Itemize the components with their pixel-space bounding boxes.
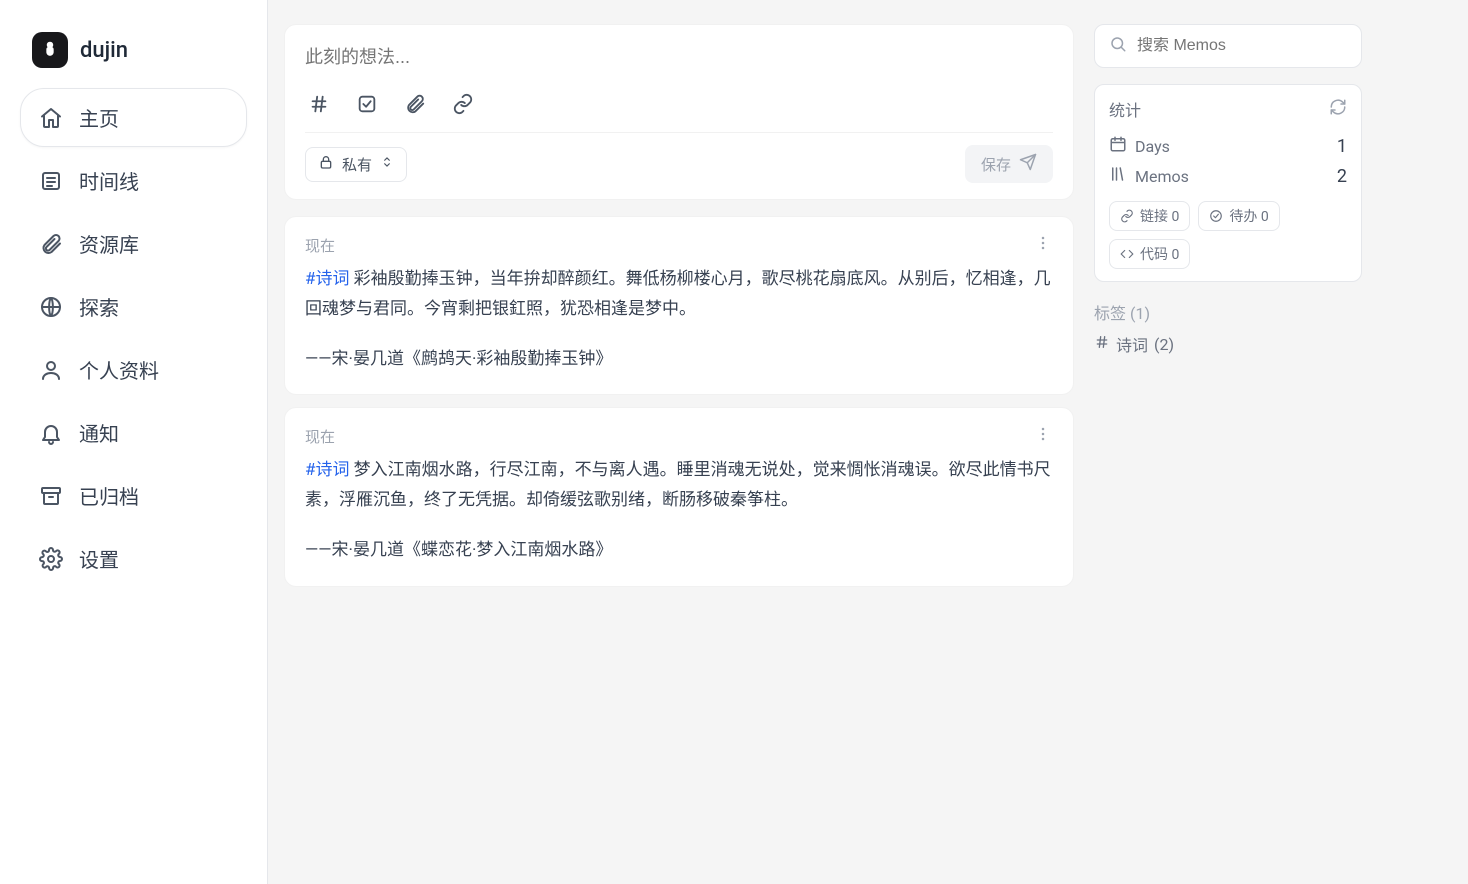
app-logo: [32, 32, 68, 68]
nav-label: 已归档: [79, 481, 139, 510]
stats-memos-label: Memos: [1135, 167, 1189, 186]
stats-days-value: 1: [1337, 136, 1347, 157]
todos-chip[interactable]: 待办 0: [1198, 201, 1279, 231]
main: 私有 保存 现在: [268, 0, 1468, 884]
nav-label: 通知: [79, 418, 119, 447]
stats-days-row: Days 1: [1109, 131, 1347, 161]
memo-timestamp: 现在: [305, 426, 335, 447]
chevron-updown-icon: [380, 155, 394, 173]
sidebar: dujin 主页 时间线 资源库 探索: [0, 0, 268, 884]
memo-more-button[interactable]: [1033, 233, 1053, 257]
nav-resources[interactable]: 资源库: [20, 214, 247, 273]
memo-source: ——宋·晏几道《蝶恋花·梦入江南烟水路》: [305, 536, 1053, 566]
stats-days-label: Days: [1135, 137, 1170, 156]
memo-content: #诗词 梦入江南烟水路，行尽江南，不与离人遇。睡里消魂无说处，觉来惆怅消魂误。欲…: [305, 456, 1053, 565]
nav-explore[interactable]: 探索: [20, 277, 247, 336]
visibility-selector[interactable]: 私有: [305, 147, 407, 182]
memo-timestamp: 现在: [305, 235, 335, 256]
nav-profile[interactable]: 个人资料: [20, 340, 247, 399]
brand-name: dujin: [80, 38, 128, 63]
memo-text: 梦入江南烟水路，行尽江南，不与离人遇。睡里消魂无说处，觉来惆怅消魂误。欲尽此情书…: [305, 460, 1051, 510]
archive-icon: [39, 484, 63, 508]
memo-card: 现在 #诗词 梦入江南烟水路，行尽江南，不与离人遇。睡里消魂无说处，觉来惆怅消魂…: [284, 407, 1074, 586]
stats-memos-value: 2: [1337, 166, 1347, 187]
brand[interactable]: dujin: [20, 24, 247, 88]
memo-card: 现在 #诗词 彩袖殷勤捧玉钟，当年拚却醉颜红。舞低杨柳楼心月，歌尽桃花扇底风。从…: [284, 216, 1074, 395]
search-icon: [1109, 35, 1127, 57]
nav-notifications[interactable]: 通知: [20, 403, 247, 462]
composer-toolbar: [305, 82, 1053, 133]
nav-label: 探索: [79, 292, 119, 321]
lock-icon: [318, 154, 334, 174]
link-tool[interactable]: [449, 90, 477, 118]
settings-icon: [39, 547, 63, 571]
tag-count: (2): [1154, 335, 1174, 354]
links-chip[interactable]: 链接 0: [1109, 201, 1190, 231]
paperclip-icon: [39, 232, 63, 256]
nav-label: 设置: [79, 544, 119, 573]
tag-item[interactable]: 诗词 (2): [1094, 332, 1362, 356]
memo-content: #诗词 彩袖殷勤捧玉钟，当年拚却醉颜红。舞低杨柳楼心月，歌尽桃花扇底风。从别后，…: [305, 265, 1053, 374]
search-input[interactable]: [1137, 37, 1347, 55]
chip-label: 代码 0: [1140, 244, 1179, 264]
nav-label: 个人资料: [79, 355, 159, 384]
checkbox-tool[interactable]: [353, 90, 381, 118]
stats-memos-row: Memos 2: [1109, 161, 1347, 191]
right-column: 统计 Days 1: [1094, 24, 1362, 860]
timeline-icon: [39, 169, 63, 193]
code-chip[interactable]: 代码 0: [1109, 239, 1190, 269]
chip-label: 链接 0: [1140, 206, 1179, 226]
memo-more-button[interactable]: [1033, 424, 1053, 448]
tags-title: 标签 (1): [1094, 300, 1362, 324]
save-button[interactable]: 保存: [965, 145, 1053, 183]
memo-source: ——宋·晏几道《鹧鸪天·彩袖殷勤捧玉钟》: [305, 345, 1053, 375]
home-icon: [39, 106, 63, 130]
library-icon: [1109, 165, 1127, 187]
memo-hashtag[interactable]: #诗词: [305, 460, 349, 480]
refresh-icon[interactable]: [1329, 98, 1347, 120]
calendar-icon: [1109, 135, 1127, 157]
bell-icon: [39, 421, 63, 445]
user-icon: [39, 358, 63, 382]
memo-hashtag[interactable]: #诗词: [305, 269, 349, 289]
save-label: 保存: [981, 154, 1011, 175]
nav-timeline[interactable]: 时间线: [20, 151, 247, 210]
memo-text: 彩袖殷勤捧玉钟，当年拚却醉颜红。舞低杨柳楼心月，歌尽桃花扇底风。从别后，忆相逢，…: [305, 269, 1051, 319]
attachment-tool[interactable]: [401, 90, 429, 118]
center-column: 私有 保存 现在: [284, 24, 1074, 860]
hash-icon: [1094, 334, 1110, 354]
memo-composer: 私有 保存: [284, 24, 1074, 200]
nav-label: 时间线: [79, 166, 139, 195]
stats-title: 统计: [1109, 97, 1141, 121]
tags-section: 标签 (1) 诗词 (2): [1094, 300, 1362, 356]
visibility-label: 私有: [342, 154, 372, 175]
globe-icon: [39, 295, 63, 319]
stats-panel: 统计 Days 1: [1094, 84, 1362, 282]
search-box[interactable]: [1094, 24, 1362, 68]
nav-label: 资源库: [79, 229, 139, 258]
chip-label: 待办 0: [1229, 206, 1268, 226]
nav-settings[interactable]: 设置: [20, 529, 247, 588]
nav-home[interactable]: 主页: [20, 88, 247, 147]
composer-input[interactable]: [305, 41, 1053, 82]
hashtag-tool[interactable]: [305, 90, 333, 118]
nav-archived[interactable]: 已归档: [20, 466, 247, 525]
tag-name: 诗词: [1116, 332, 1148, 356]
nav-label: 主页: [79, 103, 119, 132]
send-icon: [1019, 153, 1037, 175]
